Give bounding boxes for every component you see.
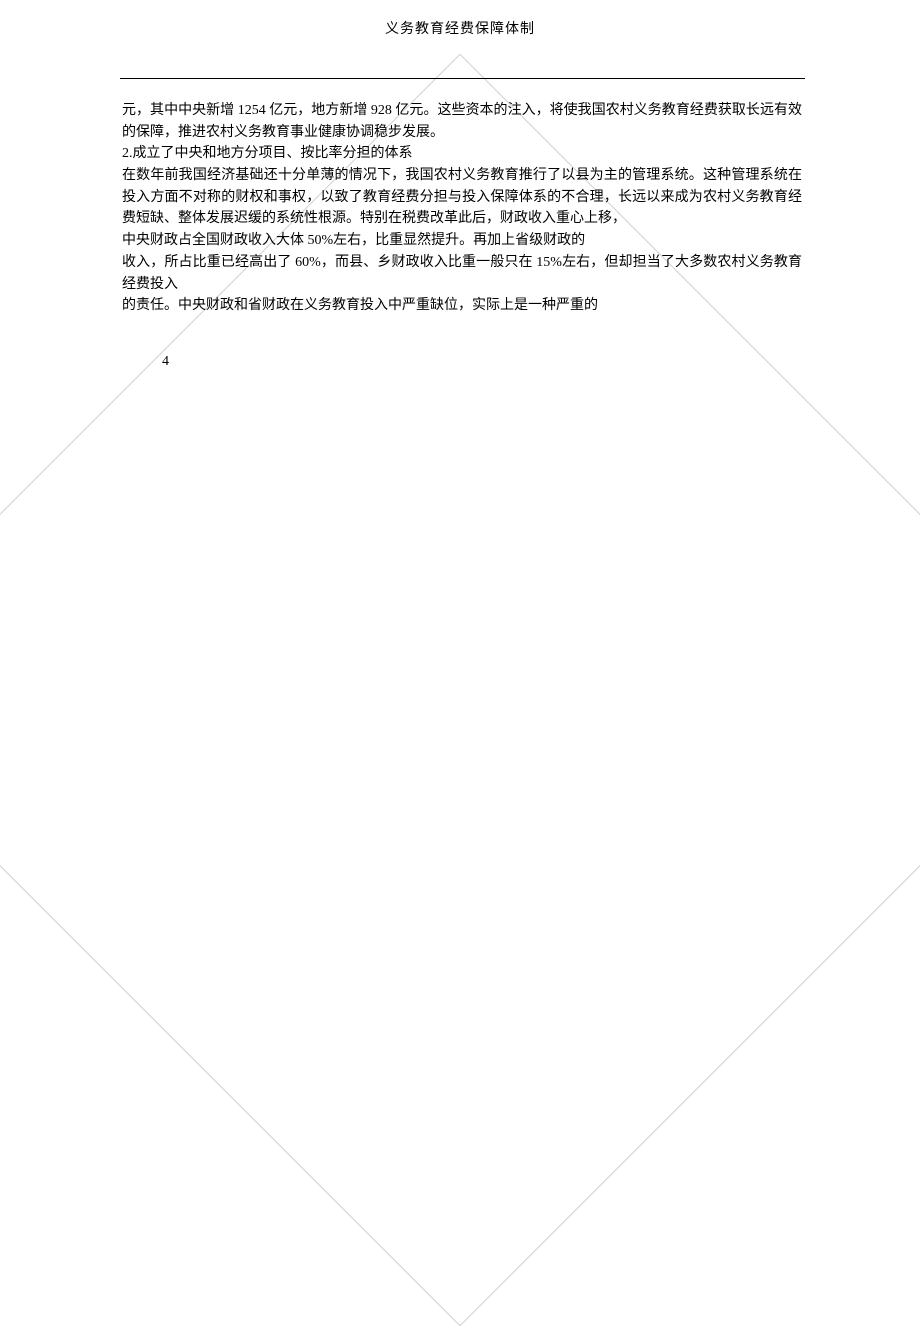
- paragraph-4: 中央财政占全国财政收入大体 50%左右，比重显然提升。再加上省级财政的: [122, 230, 802, 252]
- paragraph-3: 在数年前我国经济基础还十分单薄的情况下，我国农村义务教育推行了以县为主的管理系统…: [122, 165, 802, 230]
- page-header: 义务教育经费保障体制: [0, 0, 920, 38]
- header-divider: [120, 78, 805, 79]
- paragraph-1: 元，其中中央新增 1254 亿元，地方新增 928 亿元。这些资本的注入，将使我…: [122, 100, 802, 143]
- paragraph-5: 收入，所占比重已经高出了 60%，而县、乡财政收入比重一般只在 15%左右，但却…: [122, 252, 802, 295]
- page-number: 4: [162, 354, 169, 370]
- header-title: 义务教育经费保障体制: [385, 22, 535, 37]
- document-content: 元，其中中央新增 1254 亿元，地方新增 928 亿元。这些资本的注入，将使我…: [122, 100, 802, 317]
- paragraph-6: 的责任。中央财政和省财政在义务教育投入中严重缺位，实际上是一种严重的: [122, 295, 802, 317]
- paragraph-2: 2.成立了中央和地方分项目、按比率分担的体系: [122, 143, 802, 165]
